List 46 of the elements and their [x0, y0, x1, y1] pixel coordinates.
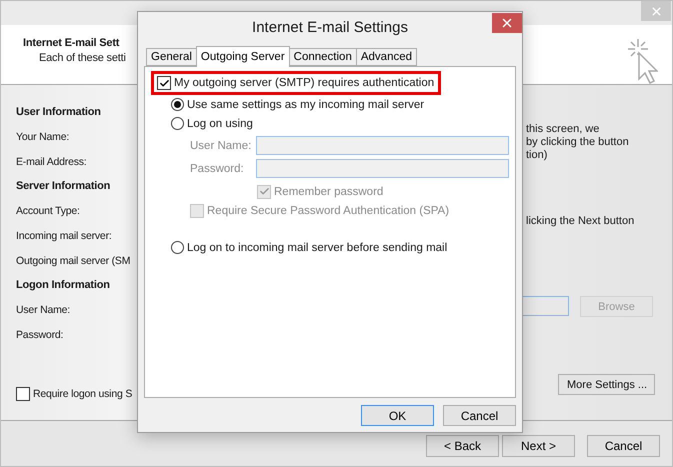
tab[interactable]: Advanced: [356, 48, 418, 66]
check-icon: [258, 186, 270, 197]
dialog-title: Internet E-mail Settings: [252, 18, 408, 36]
wizard-button[interactable]: Cancel: [587, 435, 660, 457]
tab[interactable]: Outgoing Server: [196, 46, 290, 67]
section-heading: User Information: [16, 105, 101, 120]
close-icon: [650, 4, 662, 18]
checkbox-label: My outgoing server (SMTP) requires authentication: [174, 77, 434, 89]
radio-button[interactable]: [171, 241, 184, 254]
checkbox[interactable]: [157, 76, 171, 90]
close-icon: [500, 16, 514, 30]
radio-button[interactable]: [171, 98, 184, 111]
radio-label: Log on to incoming mail server before sending mail: [187, 242, 448, 254]
section-heading: Logon Information: [16, 278, 110, 293]
field-label: Outgoing mail server (SM: [16, 254, 130, 268]
close-button[interactable]: [492, 13, 522, 33]
field-label: Account Type:: [16, 204, 80, 218]
field-label: Password:: [16, 328, 64, 342]
checkbox-label: Require Secure Password Authentication (SPA): [207, 204, 450, 216]
header-subtitle: Each of these setti: [39, 52, 126, 64]
header-title: Internet E-mail Sett: [23, 37, 120, 49]
field-label: E-mail Address:: [16, 154, 87, 170]
field-label: Incoming mail server:: [16, 228, 112, 244]
radio-label: Log on using: [187, 118, 253, 130]
section-heading: Server Information: [16, 179, 110, 194]
description-text: licking the Next button: [526, 215, 636, 228]
field-label: Password:: [190, 162, 245, 174]
checkbox[interactable]: [16, 387, 30, 401]
checkbox-label: Require logon using S: [33, 388, 132, 400]
wizard-button[interactable]: Next >: [502, 435, 575, 457]
dialog-button[interactable]: OK: [361, 405, 434, 426]
dialog-button[interactable]: Cancel: [443, 405, 516, 426]
radio-label: Use same settings as my incoming mail server: [187, 98, 424, 110]
checkbox-label: Remember password: [274, 186, 384, 198]
wizard-button[interactable]: < Back: [426, 435, 499, 457]
field-label: User Name:: [190, 140, 252, 152]
more-settings-button[interactable]: More Settings ...: [558, 374, 655, 395]
tab[interactable]: General: [146, 48, 197, 66]
description-text: this screen, we: [526, 123, 600, 136]
description-text: tion): [526, 149, 548, 162]
field-label: Your Name:: [16, 130, 70, 144]
tab[interactable]: Connection: [288, 48, 357, 66]
description-text: by clicking the button: [526, 136, 630, 149]
check-icon: [158, 78, 170, 88]
field-label: User Name:: [16, 302, 70, 318]
radio-button[interactable]: [171, 117, 184, 130]
